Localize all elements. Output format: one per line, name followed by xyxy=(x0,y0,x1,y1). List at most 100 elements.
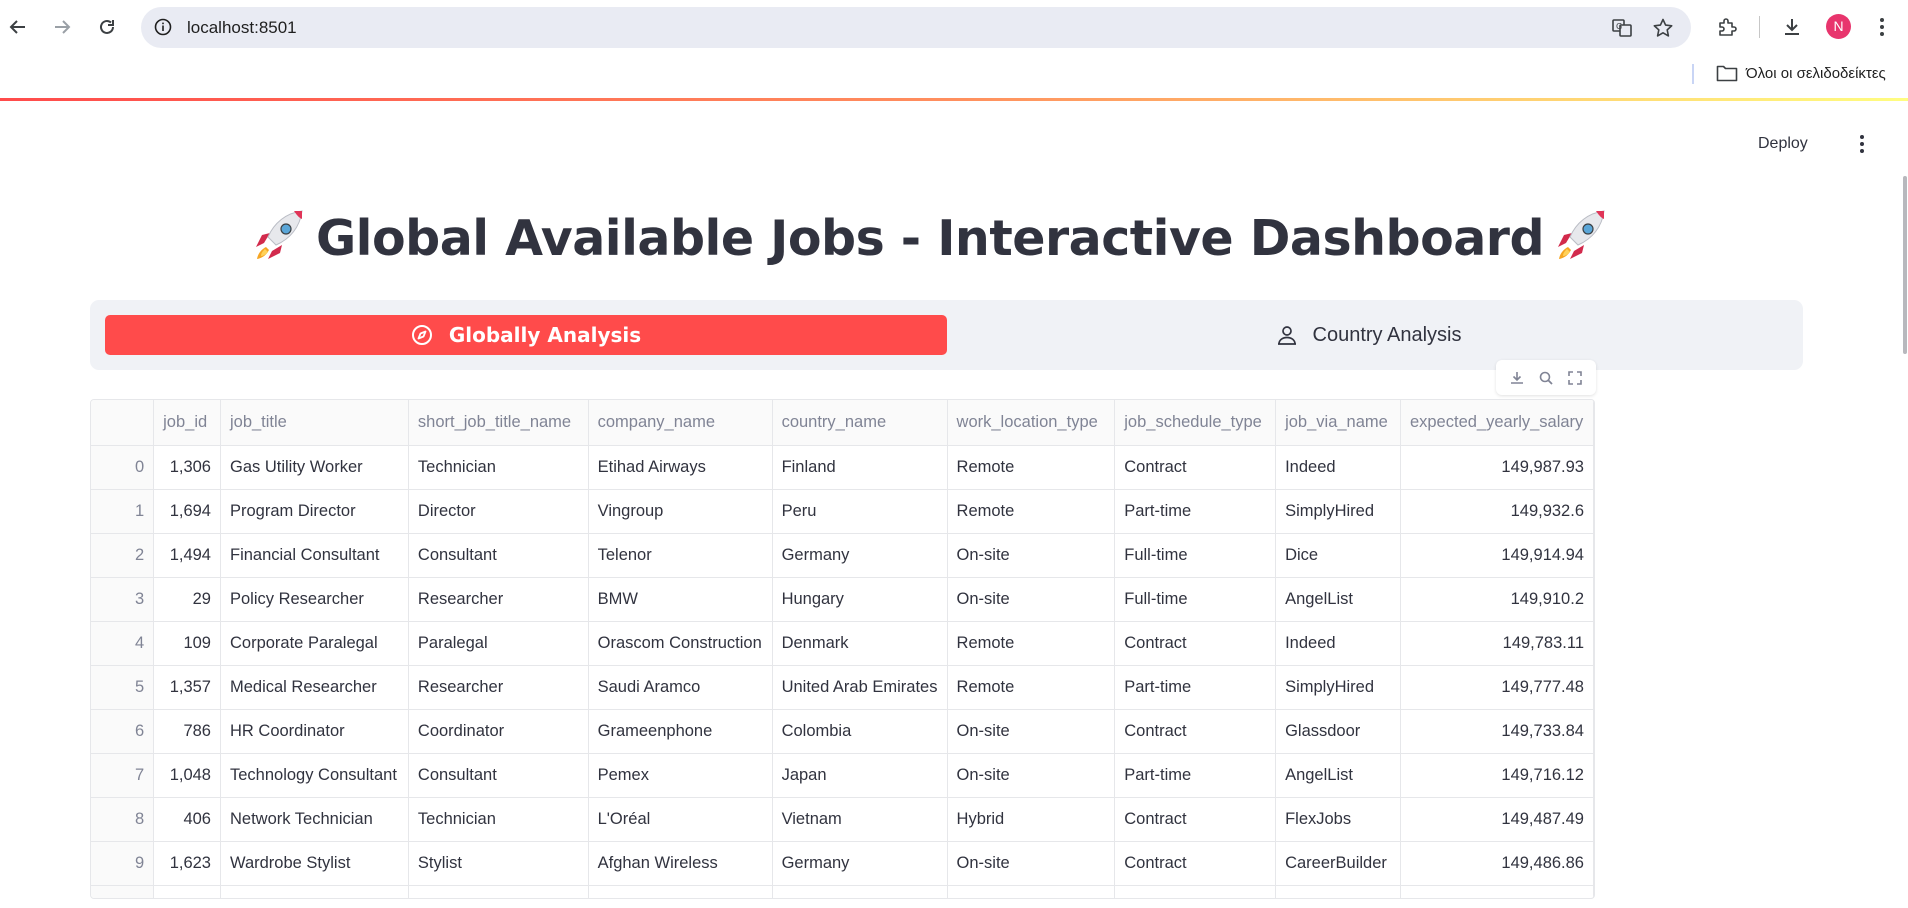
row-index-cell[interactable]: 6 xyxy=(91,709,155,754)
table-cell[interactable]: 1,048 xyxy=(153,753,221,798)
table-cell[interactable] xyxy=(947,885,1116,898)
jobs-dataframe[interactable]: job_id job_title short_job_title_name compa… xyxy=(90,399,1595,899)
table-row[interactable]: 7 1,048 Technology Consultant Consultant Pem… xyxy=(91,753,1594,798)
table-row[interactable]: 9 1,623 Wardrobe Stylist Stylist Afghan Wire… xyxy=(91,841,1594,886)
download-icon[interactable] xyxy=(1507,368,1527,388)
table-cell[interactable]: Orascom Construction xyxy=(588,621,773,666)
table-cell[interactable]: Finland xyxy=(772,445,948,490)
table-cell[interactable]: Corporate Paralegal xyxy=(220,621,409,666)
table-cell[interactable]: Denmark xyxy=(772,621,948,666)
table-cell[interactable]: HR Coordinator xyxy=(220,709,409,754)
table-cell[interactable]: 786 xyxy=(153,709,221,754)
deploy-button[interactable]: Deploy xyxy=(1758,130,1808,158)
row-index-cell[interactable]: 8 xyxy=(91,797,155,842)
table-row[interactable]: 5 1,357 Medical Researcher Researcher Saudi … xyxy=(91,665,1594,710)
reload-icon[interactable] xyxy=(91,11,123,43)
table-cell[interactable]: Remote xyxy=(947,445,1116,490)
table-cell[interactable]: Vietnam xyxy=(772,797,948,842)
app-menu-icon[interactable] xyxy=(1850,130,1874,158)
address-bar[interactable]: localhost:8501 G xyxy=(141,7,1691,48)
column-header[interactable]: job_title xyxy=(220,400,409,446)
table-cell[interactable]: Full-time xyxy=(1114,533,1277,578)
table-cell[interactable]: 149,716.12 xyxy=(1400,753,1594,798)
table-cell[interactable]: Contract xyxy=(1114,445,1277,490)
table-cell[interactable]: Remote xyxy=(947,665,1116,710)
table-cell[interactable]: Technician xyxy=(408,445,589,490)
table-cell[interactable]: AngelList xyxy=(1275,577,1401,622)
row-index-cell[interactable]: 3 xyxy=(91,577,155,622)
table-cell[interactable]: Researcher xyxy=(408,577,589,622)
table-cell[interactable] xyxy=(772,885,948,898)
table-cell[interactable]: FlexJobs xyxy=(1275,797,1401,842)
table-cell[interactable]: Germany xyxy=(772,533,948,578)
table-cell[interactable]: L'Oréal xyxy=(588,797,773,842)
table-cell[interactable]: 149,932.6 xyxy=(1400,489,1594,534)
search-icon[interactable] xyxy=(1536,368,1556,388)
table-cell[interactable]: On-site xyxy=(947,753,1116,798)
table-cell[interactable]: Policy Researcher xyxy=(220,577,409,622)
back-icon[interactable] xyxy=(2,11,34,43)
table-cell[interactable]: Financial Consultant xyxy=(220,533,409,578)
tab-globally-analysis[interactable]: Globally Analysis xyxy=(105,315,947,355)
column-header[interactable]: country_name xyxy=(772,400,948,446)
table-cell[interactable]: On-site xyxy=(947,709,1116,754)
tab-country-analysis[interactable]: Country Analysis xyxy=(947,315,1789,355)
table-cell[interactable]: BMW xyxy=(588,577,773,622)
table-cell[interactable]: 1,694 xyxy=(153,489,221,534)
table-row[interactable]: 0 1,306 Gas Utility Worker Technician Etihad… xyxy=(91,445,1594,490)
row-index-cell[interactable]: 7 xyxy=(91,753,155,798)
extensions-icon[interactable] xyxy=(1711,11,1743,43)
table-cell[interactable]: Contract xyxy=(1114,621,1277,666)
index-column-header[interactable] xyxy=(91,400,155,446)
table-cell[interactable]: Full-time xyxy=(1114,577,1277,622)
table-cell[interactable]: Wardrobe Stylist xyxy=(220,841,409,886)
table-cell[interactable]: On-site xyxy=(947,577,1116,622)
table-cell[interactable]: Contract xyxy=(1114,841,1277,886)
table-cell[interactable] xyxy=(408,885,589,898)
all-bookmarks-link[interactable]: Όλοι οι σελιδοδείκτες xyxy=(1746,60,1886,88)
table-cell[interactable]: Program Director xyxy=(220,489,409,534)
table-cell[interactable]: Technology Consultant xyxy=(220,753,409,798)
table-cell[interactable]: Remote xyxy=(947,489,1116,534)
column-header[interactable]: job_id xyxy=(153,400,221,446)
table-cell[interactable]: 149,783.11 xyxy=(1400,621,1594,666)
table-cell[interactable]: Etihad Airways xyxy=(588,445,773,490)
table-cell[interactable]: Glassdoor xyxy=(1275,709,1401,754)
column-header[interactable]: job_via_name xyxy=(1275,400,1401,446)
site-info-icon[interactable] xyxy=(151,15,175,39)
table-row[interactable]: 2 1,494 Financial Consultant Consultant Tele… xyxy=(91,533,1594,578)
table-cell[interactable]: Afghan Wireless xyxy=(588,841,773,886)
table-cell[interactable]: Part-time xyxy=(1114,489,1277,534)
table-cell[interactable]: 109 xyxy=(153,621,221,666)
column-header[interactable]: company_name xyxy=(588,400,773,446)
table-cell[interactable]: Dice xyxy=(1275,533,1401,578)
row-index-cell[interactable]: 2 xyxy=(91,533,155,578)
table-cell[interactable]: Stylist xyxy=(408,841,589,886)
table-cell[interactable]: Vingroup xyxy=(588,489,773,534)
table-cell[interactable]: Paralegal xyxy=(408,621,589,666)
table-cell[interactable]: 149,914.94 xyxy=(1400,533,1594,578)
table-cell[interactable]: SimplyHired xyxy=(1275,665,1401,710)
forward-icon[interactable] xyxy=(46,11,78,43)
table-cell[interactable]: Hybrid xyxy=(947,797,1116,842)
table-row[interactable]: 8 406 Network Technician Technician L'Oréal V… xyxy=(91,797,1594,842)
table-cell[interactable]: Indeed xyxy=(1275,621,1401,666)
table-row[interactable]: 1 1,694 Program Director Director Vingroup Pe… xyxy=(91,489,1594,534)
table-cell[interactable]: On-site xyxy=(947,841,1116,886)
translate-icon[interactable]: G xyxy=(1609,15,1635,41)
table-cell[interactable] xyxy=(1400,885,1594,898)
row-index-cell[interactable]: 9 xyxy=(91,841,155,886)
table-cell[interactable]: Technician xyxy=(408,797,589,842)
table-cell[interactable]: Peru xyxy=(772,489,948,534)
column-header[interactable]: short_job_title_name xyxy=(408,400,589,446)
table-cell[interactable]: 1,623 xyxy=(153,841,221,886)
table-row[interactable]: 6 786 HR Coordinator Coordinator Grameenphon… xyxy=(91,709,1594,754)
table-cell[interactable]: Gas Utility Worker xyxy=(220,445,409,490)
table-cell[interactable]: Japan xyxy=(772,753,948,798)
column-header[interactable]: expected_yearly_salary xyxy=(1400,400,1594,446)
url-text[interactable]: localhost:8501 xyxy=(187,7,297,48)
table-cell[interactable]: Researcher xyxy=(408,665,589,710)
table-cell[interactable] xyxy=(91,885,155,898)
row-index-cell[interactable]: 0 xyxy=(91,445,155,490)
table-cell[interactable] xyxy=(153,885,221,898)
